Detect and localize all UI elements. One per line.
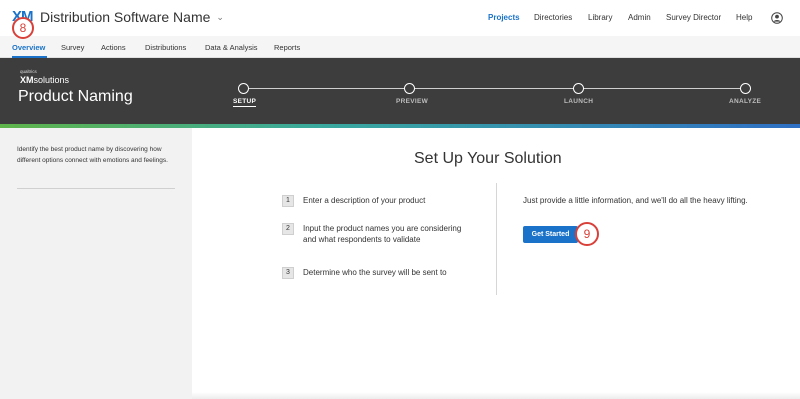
tab-overview[interactable]: Overview bbox=[12, 43, 45, 52]
tab-data-analysis[interactable]: Data & Analysis bbox=[205, 43, 258, 52]
topnav-library[interactable]: Library bbox=[588, 13, 612, 22]
info-text: Just provide a little information, and w… bbox=[523, 196, 748, 205]
sidebar: Identify the best product name by discov… bbox=[0, 128, 192, 399]
step-text: Enter a description of your product bbox=[303, 196, 426, 205]
project-selector[interactable]: Distribution Software Name ⌄ bbox=[40, 9, 224, 25]
brand-qualtrics: qualtrics bbox=[20, 69, 37, 74]
user-account-icon[interactable] bbox=[771, 12, 783, 24]
topnav-projects[interactable]: Projects bbox=[488, 13, 520, 22]
topnav-help[interactable]: Help bbox=[736, 13, 752, 22]
get-started-button[interactable]: Get Started bbox=[523, 226, 578, 243]
setup-step: 3 Determine who the survey will be sent … bbox=[282, 267, 473, 279]
step-text: Determine who the survey will be sent to bbox=[303, 268, 447, 277]
brand-xm-solutions: XMsolutions bbox=[20, 76, 69, 85]
tab-survey[interactable]: Survey bbox=[61, 43, 84, 52]
bottom-edge bbox=[192, 392, 800, 399]
progress-track bbox=[243, 88, 740, 89]
tab-reports[interactable]: Reports bbox=[274, 43, 300, 52]
content-divider bbox=[496, 183, 497, 295]
topnav-survey-director[interactable]: Survey Director bbox=[666, 13, 721, 22]
project-title: Distribution Software Name bbox=[40, 9, 211, 25]
topnav-admin[interactable]: Admin bbox=[628, 13, 651, 22]
step-number: 1 bbox=[282, 195, 294, 207]
tab-distributions[interactable]: Distributions bbox=[145, 43, 186, 52]
step-text: Input the product names you are consider… bbox=[303, 224, 462, 244]
step-number: 3 bbox=[282, 267, 294, 279]
brand-xm-text: XM bbox=[20, 75, 34, 85]
step-marker-9: 9 bbox=[575, 222, 599, 246]
step-label-launch[interactable]: LAUNCH bbox=[564, 98, 593, 105]
step-marker-8: 8 bbox=[12, 17, 34, 39]
step-dot-launch[interactable] bbox=[573, 83, 584, 94]
solution-title: Product Naming bbox=[18, 88, 133, 105]
page-title: Set Up Your Solution bbox=[414, 150, 562, 167]
step-dot-setup[interactable] bbox=[238, 83, 249, 94]
solution-description: Identify the best product name by discov… bbox=[17, 146, 168, 164]
step-number: 2 bbox=[282, 223, 294, 235]
step-label-analyze[interactable]: ANALYZE bbox=[729, 98, 761, 105]
chevron-down-icon: ⌄ bbox=[216, 11, 224, 22]
top-bar: XM Distribution Software Name ⌄ Projects… bbox=[0, 0, 800, 36]
step-label-preview[interactable]: PREVIEW bbox=[396, 98, 428, 105]
setup-step: 1 Enter a description of your product bbox=[282, 195, 473, 207]
project-tabs: Overview Survey Actions Distributions Da… bbox=[0, 36, 800, 58]
setup-step: 2 Input the product names you are consid… bbox=[282, 223, 473, 245]
tab-actions[interactable]: Actions bbox=[101, 43, 126, 52]
step-dot-preview[interactable] bbox=[404, 83, 415, 94]
step-label-setup[interactable]: SETUP bbox=[233, 98, 257, 107]
topnav-directories[interactable]: Directories bbox=[534, 13, 572, 22]
step-dot-analyze[interactable] bbox=[740, 83, 751, 94]
sidebar-divider bbox=[17, 188, 175, 189]
brand-solutions-text: solutions bbox=[33, 75, 70, 85]
